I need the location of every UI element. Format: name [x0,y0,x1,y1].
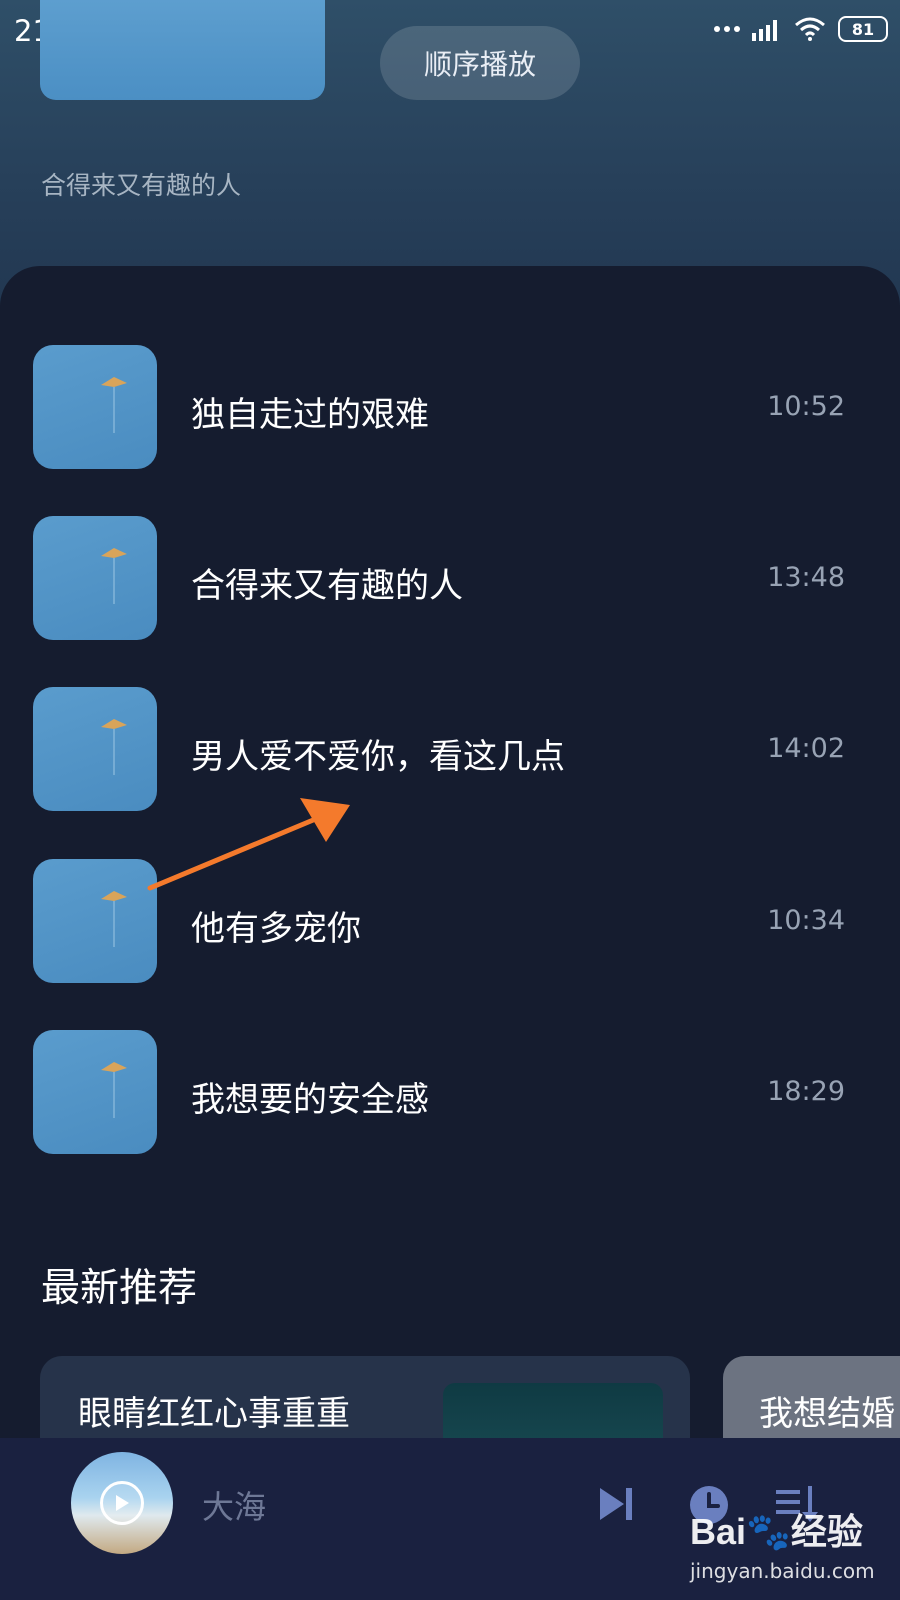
episode-row[interactable]: 他有多宠你 10:34 [0,859,900,985]
episode-thumbnail [33,1030,157,1154]
album-subtitle: 合得来又有趣的人 [41,171,242,200]
next-track-icon[interactable] [596,1484,636,1524]
episode-title: 合得来又有趣的人 [191,566,463,606]
play-order-button[interactable]: 顺序播放 [380,26,580,100]
episode-thumbnail [33,687,157,811]
episode-thumbnail [33,859,157,983]
episode-row[interactable]: 合得来又有趣的人 13:48 [0,516,900,642]
episode-title: 独自走过的艰难 [191,395,429,435]
status-icons: 81 [714,16,888,42]
episode-duration: 10:52 [767,391,845,422]
kite-icon [101,1062,127,1118]
recommend-card-title: 我想结婚 [759,1394,895,1434]
episode-row[interactable]: 男人爱不爱你，看这几点 14:02 [0,687,900,813]
episode-thumbnail [33,345,157,469]
kite-icon [101,377,127,433]
wifi-icon [795,17,825,41]
episode-thumbnail [33,516,157,640]
recommend-heading: 最新推荐 [41,1266,198,1311]
episode-duration: 13:48 [767,562,845,593]
kite-icon [101,548,127,604]
episode-row[interactable]: 独自走过的艰难 10:52 [0,345,900,471]
episode-title: 我想要的安全感 [191,1080,429,1120]
more-dots-icon [714,26,740,32]
episode-duration: 18:29 [767,1076,845,1107]
recommend-card-title: 眼睛红红心事重重 [78,1394,350,1434]
watermark-url: jingyan.baidu.com [690,1559,875,1583]
player-track-title: 大海 [202,1488,267,1526]
watermark-logo: Bai🐾经验 [690,1511,863,1552]
episode-title: 他有多宠你 [191,909,361,949]
episode-duration: 10:34 [767,905,845,936]
episode-row[interactable]: 我想要的安全感 18:29 [0,1030,900,1156]
album-cover [40,0,325,100]
play-icon[interactable] [100,1481,144,1525]
battery-icon: 81 [838,16,888,42]
episode-title: 男人爱不爱你，看这几点 [191,737,565,777]
player-cover[interactable] [71,1452,173,1554]
baidu-jingyan-watermark: Bai🐾经验 jingyan.baidu.com [690,1503,900,1593]
episode-duration: 14:02 [767,733,845,764]
kite-icon [101,891,127,947]
kite-icon [101,719,127,775]
signal-icon [752,20,777,41]
